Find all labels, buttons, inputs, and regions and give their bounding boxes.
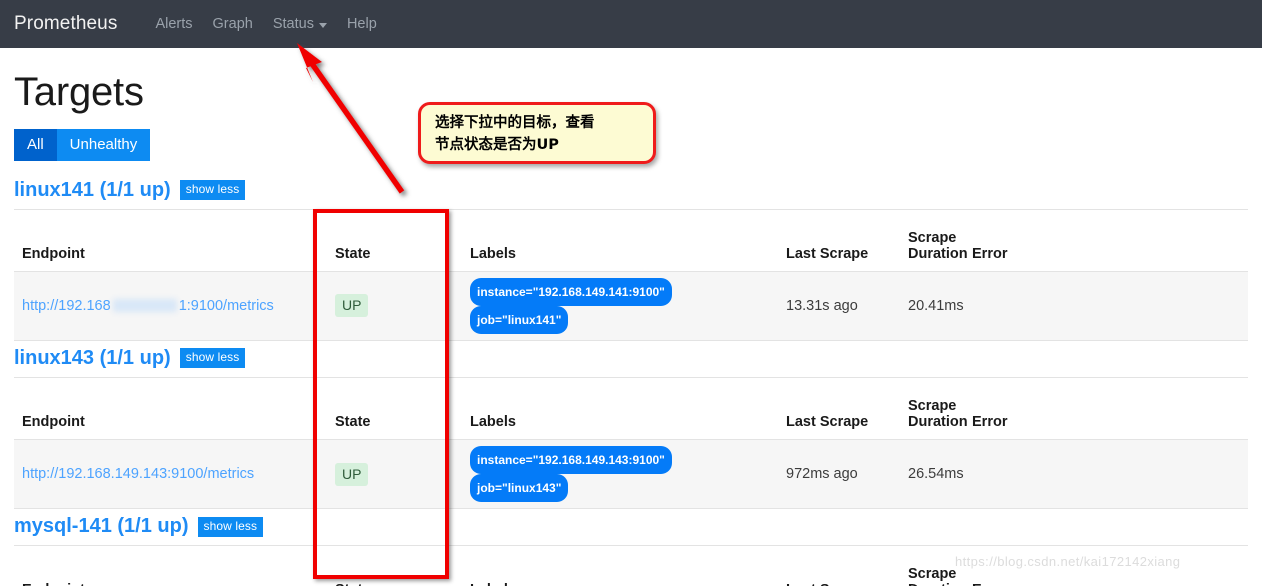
labels-cell: instance="192.168.149.143:9100"job="linu… [462,439,778,510]
endpoint-cell: http://192.168.149.143:9100/metrics [14,439,327,510]
column-header-labels: Labels [462,376,778,440]
label-badge-instance: instance="192.168.149.143:9100" [470,445,672,475]
status-badge: UP [335,462,369,486]
column-header-last-scrape: Last Scrape [778,545,900,586]
column-header-state: State [327,376,462,440]
column-header-endpoint: Endpoint [14,208,327,272]
nav-link-alerts-label: Alerts [155,16,193,32]
scrape-duration-cell: 20.41ms [900,271,964,341]
nav-link-graph-label: Graph [212,16,253,32]
job-name-linux143[interactable]: linux143 (1/1 up) [14,347,171,370]
navbar: Prometheus Alerts Graph Status Help [0,0,1262,48]
show-less-button-linux141[interactable]: show less [179,180,246,200]
nav-link-alerts[interactable]: Alerts [145,16,202,32]
last-scrape-cell: 13.31s ago [778,271,900,341]
prometheus-targets-page: Prometheus Alerts Graph Status Help Targ… [0,0,1262,586]
brand-prometheus[interactable]: Prometheus [14,13,117,35]
endpoint-cell: http://192.168 1:9100/metrics [14,271,327,341]
column-header-scrape-duration: Scrape Duration [900,208,968,272]
label-badge-job: job="linux141" [470,305,569,334]
labels-cell: instance="192.168.149.141:9100"job="linu… [462,271,778,341]
column-header-state: State [327,545,462,586]
nav-link-graph[interactable]: Graph [203,16,263,32]
column-header-endpoint: Endpoint [14,545,327,586]
column-header-labels: Labels [462,545,778,586]
label-badge-instance: instance="192.168.149.141:9100" [470,277,672,306]
column-header-state: State [327,208,462,272]
nav-link-help-label: Help [346,16,377,32]
column-header-last-scrape: Last Scrape [778,208,900,272]
column-header-error: Error [964,376,1248,440]
endpoint-prefix: http://192.168 [22,297,111,314]
error-cell [964,271,1248,341]
page-title: Targets [14,70,144,114]
state-cell: UP [327,439,462,510]
error-cell [964,439,1248,510]
show-less-button-linux143[interactable]: show less [179,348,246,369]
nav-link-help[interactable]: Help [337,16,387,32]
nav-link-status[interactable]: Status [263,16,337,32]
column-header-scrape-duration: Scrape Duration [900,376,968,440]
show-less-button-mysql-141[interactable]: show less [197,516,264,537]
main-content: Targets All Unhealthy linux141 (1/1 up) … [0,70,1262,586]
redacted-blur [112,299,177,313]
nav-link-status-label: Status [272,16,314,32]
filter-button-group: All Unhealthy [14,129,151,161]
chevron-down-icon [318,22,327,28]
table-header-row: Endpoint State Labels Last Scrape Scrape… [14,376,1248,440]
column-header-labels: Labels [462,208,778,272]
table-row: http://192.168 1:9100/metrics UP instance… [14,271,1248,341]
table-header-row: Endpoint State Labels Last Scrape Scrape… [14,208,1248,272]
table-header-row: Endpoint State Labels Last Scrape Scrape… [14,545,1248,586]
status-badge: UP [335,294,369,318]
endpoint-link[interactable]: http://192.168 1:9100/metrics [22,298,274,314]
endpoint-link[interactable]: http://192.168.149.143:9100/metrics [22,466,254,482]
targets-table-linux143: Endpoint State Labels Last Scrape Scrape… [14,376,1248,510]
label-badge-job: job="linux143" [470,474,569,503]
table-row: http://192.168.149.143:9100/metrics UP i… [14,439,1248,510]
last-scrape-cell: 972ms ago [778,439,900,510]
job-header-linux143: linux143 (1/1 up) show less [14,347,1248,370]
targets-table-mysql-141: Endpoint State Labels Last Scrape Scrape… [14,545,1248,586]
filter-button-all[interactable]: All [14,129,57,161]
filter-button-unhealthy[interactable]: Unhealthy [56,129,151,161]
column-header-error: Error [964,545,1248,586]
job-header-linux141: linux141 (1/1 up) show less [14,179,1248,202]
job-name-mysql-141[interactable]: mysql-141 (1/1 up) [14,515,189,538]
job-name-linux141[interactable]: linux141 (1/1 up) [14,179,171,202]
column-header-error: Error [964,208,1248,272]
scrape-duration-cell: 26.54ms [900,439,964,510]
state-cell: UP [327,271,462,341]
column-header-last-scrape: Last Scrape [778,376,900,440]
column-header-scrape-duration: Scrape Duration [900,545,968,586]
job-header-mysql-141: mysql-141 (1/1 up) show less [14,515,1248,538]
endpoint-suffix: 1:9100/metrics [178,297,274,314]
targets-table-linux141: Endpoint State Labels Last Scrape Scrape… [14,208,1248,341]
column-header-endpoint: Endpoint [14,376,327,440]
